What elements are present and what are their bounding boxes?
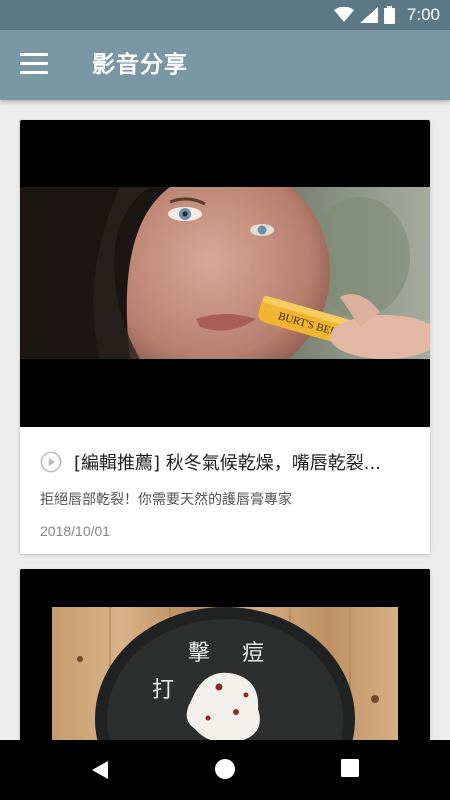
svg-text:痘: 痘 [242, 641, 264, 666]
status-icons: 7:00 [333, 0, 440, 30]
home-icon[interactable] [214, 758, 236, 780]
video-thumbnail[interactable]: BURT'S BEES [20, 120, 430, 427]
recents-icon[interactable] [340, 758, 360, 778]
back-icon[interactable] [88, 758, 112, 782]
video-card[interactable]: 擊 痘 打 [20, 569, 430, 740]
video-card[interactable]: BURT'S BEES [編輯推薦] 秋冬氣候乾燥，嘴唇乾裂... 拒絕唇部乾裂… [20, 120, 430, 554]
page-title: 影音分享 [92, 52, 188, 78]
status-bar: 7:00 [0, 0, 450, 30]
play-circle-icon [40, 451, 62, 473]
wifi-icon [333, 7, 354, 22]
hamburger-menu-icon[interactable] [20, 53, 48, 77]
battery-icon [383, 6, 395, 24]
video-date: 2018/10/01 [40, 523, 111, 539]
status-time: 7:00 [406, 5, 440, 24]
video-title[interactable]: [編輯推薦] 秋冬氣候乾燥，嘴唇乾裂... [74, 449, 381, 475]
video-thumbnail[interactable]: 擊 痘 打 [20, 569, 430, 740]
app-bar: 影音分享 [0, 30, 450, 100]
thumbnail-image: BURT'S BEES [20, 187, 430, 359]
svg-text:擊: 擊 [188, 641, 210, 666]
video-description: 拒絕唇部乾裂！你需要天然的護唇膏專家 [40, 492, 292, 508]
video-list: BURT'S BEES [編輯推薦] 秋冬氣候乾燥，嘴唇乾裂... 拒絕唇部乾裂… [0, 100, 450, 740]
signal-icon [359, 7, 378, 23]
svg-text:打: 打 [152, 678, 174, 703]
thumbnail-image: 擊 痘 打 [20, 569, 430, 740]
system-nav-bar [0, 740, 450, 800]
